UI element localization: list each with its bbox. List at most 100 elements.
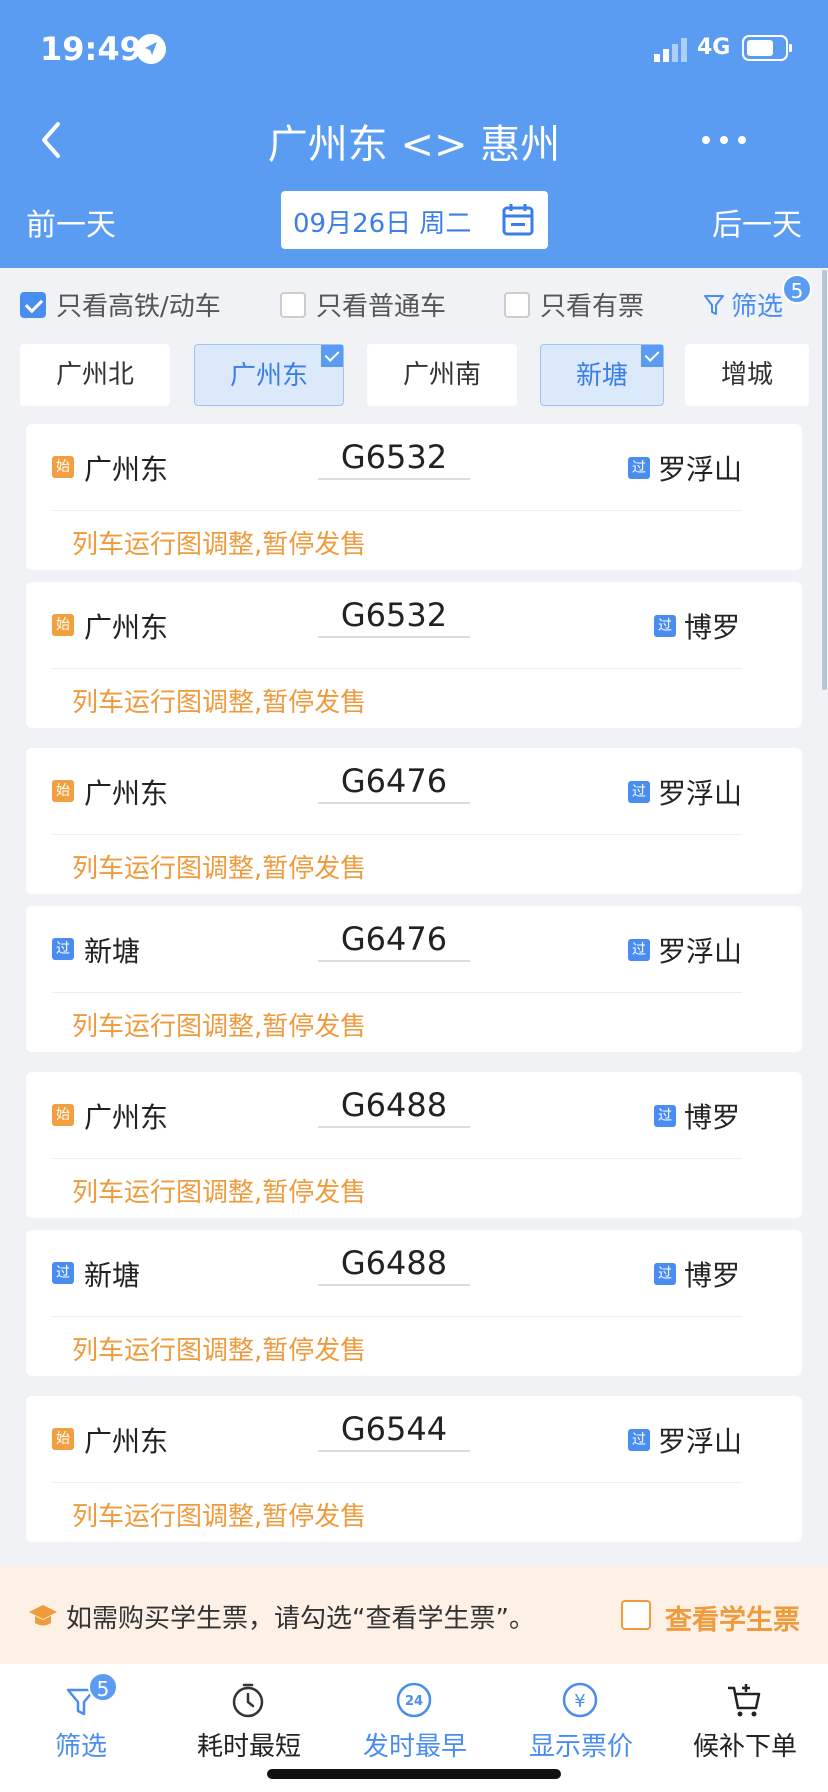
status-message: 列车运行图调整,暂停发售 [72,530,367,560]
from-station: 新塘 [84,935,141,968]
nav-show-price[interactable]: ¥ 显示票价 [498,1664,664,1764]
nav-label: 发时最早 [362,1732,467,1762]
start-tag: 始 [52,1104,74,1126]
start-tag: 始 [52,614,74,636]
divider [52,834,742,835]
network-type: 4G [697,35,731,60]
status-message: 列车运行图调整,暂停发售 [72,1336,367,1366]
pass-tag: 过 [653,1105,676,1127]
high-speed-checkbox[interactable]: 只看高铁/动车 [20,286,221,323]
student-ticket-label[interactable]: 查看学生票 [665,1598,800,1637]
yuan-icon-text: ¥ [574,1691,585,1712]
clock-24-icon: 24 [396,1682,432,1718]
student-ticket-bar: 如需购买学生票，请勾选“查看学生票”。 查看学生票 [0,1566,828,1664]
pass-tag: 过 [627,781,650,803]
pass-tag: 过 [627,1429,650,1451]
from-station: 广州东 [84,453,169,486]
train-number: G6488 [318,1086,470,1128]
start-tag: 始 [52,456,74,478]
train-number: G6476 [318,920,470,962]
train-card[interactable]: 过 新塘 G6488 过博罗 列车运行图调整,暂停发售 [26,1230,802,1376]
train-card[interactable]: 始 广州东 G6532 过博罗 列车运行图调整,暂停发售 [26,582,802,728]
train-number: G6544 [318,1410,470,1452]
station-tab-guangzhoudong[interactable]: 广州东 [194,344,344,406]
divider [52,510,742,511]
from-station: 广州东 [84,1425,169,1458]
available-checkbox[interactable]: 只看有票 [504,286,644,323]
graduation-cap-icon [29,1605,57,1626]
clock-24-icon-text: 24 [405,1694,423,1709]
student-ticket-checkbox[interactable] [621,1600,651,1630]
to-station-group: 过博罗 [653,1096,740,1136]
status-message: 列车运行图调整,暂停发售 [72,1012,367,1042]
train-number: G6476 [318,762,470,804]
date-picker[interactable]: 09月26日 周二 [281,191,548,249]
station-tab-zengcheng[interactable]: 增城 [685,344,809,406]
checkbox-checked [20,291,46,318]
train-card[interactable]: 过 新塘 G6476 过罗浮山 列车运行图调整,暂停发售 [26,906,802,1052]
clock-icon [232,1683,264,1718]
to-station-group: 过博罗 [653,1254,740,1294]
from-station: 新塘 [84,1259,141,1292]
nav-waitlist-order[interactable]: 候补下单 [662,1664,828,1764]
check-icon [641,345,663,367]
nav-label: 显示票价 [528,1732,633,1762]
station-name: 广州南 [402,360,481,390]
to-station-group: 过罗浮山 [627,1420,742,1460]
pass-tag: 过 [52,1262,74,1284]
nav-filter-badge: 5 [88,1672,118,1702]
to-station-group: 过罗浮山 [627,772,742,812]
train-card[interactable]: 始 广州东 G6488 过博罗 列车运行图调整,暂停发售 [26,1072,802,1218]
status-message: 列车运行图调整,暂停发售 [72,1502,367,1532]
calendar-icon [502,204,534,236]
more-dots-icon[interactable] [700,132,748,148]
pass-tag: 过 [653,1263,676,1285]
funnel-icon [704,294,724,315]
pass-tag: 过 [627,939,650,961]
checkbox-unchecked [280,291,306,318]
next-day-button[interactable]: 后一天 [712,200,802,244]
date-text: 09月26日 周二 [293,209,472,239]
train-card[interactable]: 始 广州东 G6544 过罗浮山 列车运行图调整,暂停发售 [26,1396,802,1542]
station-name: 广州北 [55,360,134,390]
pass-tag: 过 [52,938,74,960]
nav-earliest-departure[interactable]: 24 发时最早 [332,1664,498,1764]
prev-day-button[interactable]: 前一天 [26,200,116,244]
from-station: 广州东 [84,1101,169,1134]
train-card[interactable]: 始 广州东 G6476 过罗浮山 列车运行图调整,暂停发售 [26,748,802,894]
nav-shortest-time[interactable]: 耗时最短 [166,1664,332,1764]
divider [52,1158,742,1159]
location-arrow-icon [136,34,166,64]
station-name: 广州东 [229,361,308,391]
station-tab-guangzhoubei[interactable]: 广州北 [20,344,170,406]
start-tag: 始 [52,1428,74,1450]
filter-button[interactable]: 筛选 [703,286,783,323]
nav-filter[interactable]: 5 筛选 [0,1664,166,1764]
from-station: 广州东 [84,777,169,810]
to-station: 罗浮山 [657,1425,742,1458]
start-tag: 始 [52,780,74,802]
checkbox-unchecked [504,291,530,318]
available-label: 只看有票 [540,292,645,322]
check-icon [321,345,343,367]
station-name: 增城 [720,360,773,390]
train-number: G6488 [318,1244,470,1286]
high-speed-label: 只看高铁/动车 [56,292,221,322]
header: 19:49 4G 广州东 <> 惠州 前一天 09月26日 周二 后一天 [0,0,828,268]
yuan-icon: ¥ [562,1682,598,1718]
station-tab-guangzhounan[interactable]: 广州南 [367,344,517,406]
normal-train-checkbox[interactable]: 只看普通车 [280,286,446,323]
filter-label: 筛选 [731,292,784,322]
nav-label: 筛选 [54,1732,107,1762]
filter-count-badge: 5 [782,274,812,304]
home-indicator[interactable] [267,1769,561,1779]
pass-tag: 过 [627,457,650,479]
to-station: 罗浮山 [657,453,742,486]
divider [52,668,742,669]
divider [52,1316,742,1317]
train-card[interactable]: 始 广州东 G6532 过罗浮山 列车运行图调整,暂停发售 [26,424,802,570]
to-station-group: 过罗浮山 [627,930,742,970]
normal-train-label: 只看普通车 [316,292,447,322]
station-tab-xintang[interactable]: 新塘 [540,344,664,406]
scroll-indicator[interactable] [822,270,827,690]
